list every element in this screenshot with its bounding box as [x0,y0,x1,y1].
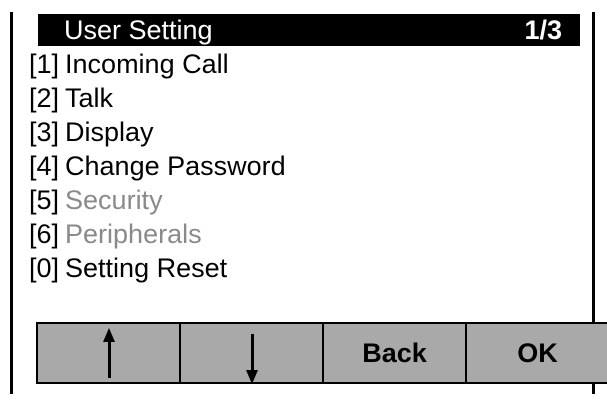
ok-button[interactable]: OK [467,324,607,382]
menu-item-change-password[interactable]: [4] Change Password [29,149,286,183]
menu-item-security: [5] Security [29,183,286,217]
settings-menu: [1] Incoming Call [2] Talk [3] Display [… [29,47,286,285]
menu-item-peripherals: [6] Peripherals [29,217,286,251]
page-indicator: 1/3 [524,15,562,45]
menu-item-label: Talk [65,83,114,113]
menu-item-key: [1] [29,49,60,79]
menu-item-label: Peripherals [65,219,202,249]
title-bar: User Setting 1/3 [38,14,580,46]
menu-item-label: Change Password [65,151,286,181]
scroll-up-button[interactable] [38,324,181,382]
menu-item-label: Setting Reset [65,253,228,283]
menu-item-key: [0] [29,253,60,283]
arrow-up-icon [101,328,117,378]
scroll-down-button[interactable] [181,324,324,384]
menu-item-key: [6] [29,219,60,249]
arrow-down-icon [244,334,260,384]
menu-item-key: [3] [29,117,60,147]
menu-item-incoming-call[interactable]: [1] Incoming Call [29,47,286,81]
menu-item-talk[interactable]: [2] Talk [29,81,286,115]
phone-display: User Setting 1/3 [1] Incoming Call [2] T… [0,0,607,412]
page-title: User Setting [64,15,213,45]
display-border-left [10,12,13,394]
back-button[interactable]: Back [324,324,467,382]
menu-item-display[interactable]: [3] Display [29,115,286,149]
softkey-bar: Back OK [36,322,607,384]
menu-item-label: Display [65,117,154,147]
menu-item-key: [5] [29,185,60,215]
menu-item-label: Security [65,185,163,215]
menu-item-key: [2] [29,83,60,113]
menu-item-label: Incoming Call [65,49,229,79]
menu-item-setting-reset[interactable]: [0] Setting Reset [29,251,286,285]
menu-item-key: [4] [29,151,60,181]
